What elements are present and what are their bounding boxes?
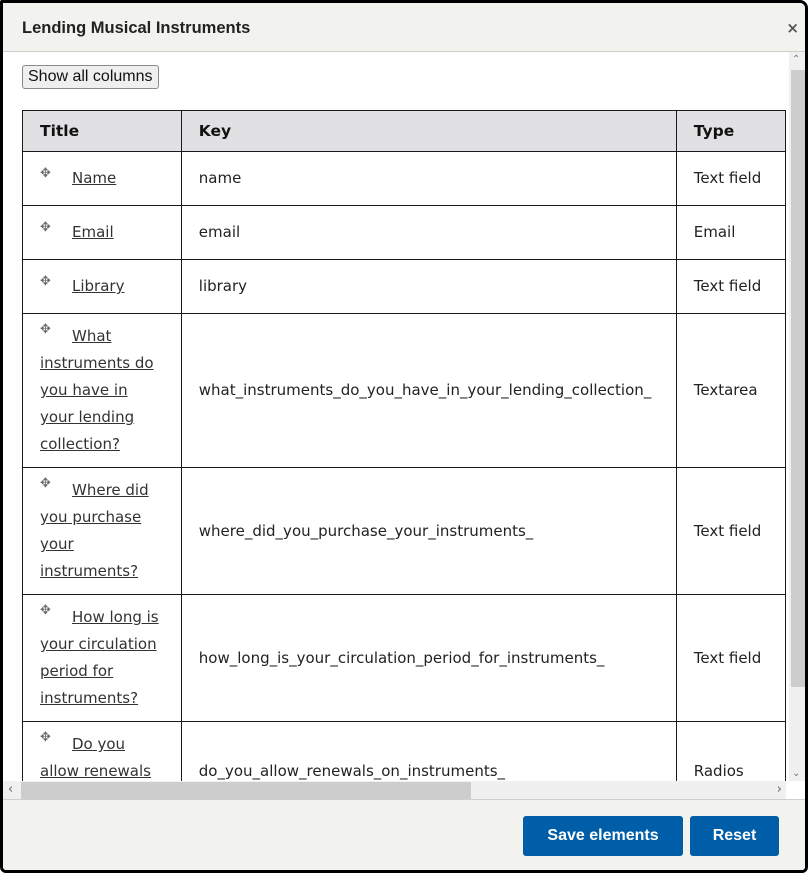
- title-cell: ✥ Where did you purchase your instruments…: [22, 467, 182, 595]
- scroll-left-arrow-icon[interactable]: ‹: [8, 782, 13, 797]
- key-cell: where_did_you_purchase_your_instruments_: [180, 467, 677, 595]
- dialog-titlebar: Lending Musical Instruments ×: [3, 3, 805, 52]
- key-cell: what_instruments_do_you_have_in_your_len…: [180, 313, 677, 468]
- title-cell: ✥ Email: [22, 205, 182, 260]
- vertical-scrollbar[interactable]: ⌃ ⌄: [789, 52, 805, 781]
- dialog-content: Show all columns Title Key Type ✥ Name nam…: [3, 52, 786, 781]
- column-header-key[interactable]: Key: [180, 110, 677, 152]
- element-title-link[interactable]: Email: [72, 223, 114, 241]
- drag-handle-icon[interactable]: ✥: [40, 167, 72, 181]
- table-row: ✥ Name name Text field: [22, 151, 786, 206]
- horizontal-scrollbar[interactable]: ‹ ›: [3, 781, 786, 799]
- title-cell: ✥Do you allow renewals on instruments?: [22, 721, 182, 781]
- element-title-link[interactable]: Library: [72, 277, 124, 295]
- elements-table: Title Key Type ✥ Name name Text field ✥ Email…: [22, 110, 786, 781]
- key-cell: name: [180, 151, 677, 206]
- table-row: ✥ What instruments do you have in your le…: [22, 313, 786, 468]
- dialog-title: Lending Musical Instruments: [22, 19, 251, 37]
- dialog-footer: Save elements Reset: [3, 799, 805, 870]
- scroll-up-arrow-icon[interactable]: ⌃: [792, 54, 800, 65]
- type-cell: Text field: [675, 594, 786, 722]
- column-header-type[interactable]: Type: [675, 110, 786, 152]
- drag-handle-icon[interactable]: ✥: [40, 477, 72, 491]
- type-cell: Text field: [675, 467, 786, 595]
- type-cell: Email: [675, 205, 786, 260]
- reset-button[interactable]: Reset: [690, 816, 779, 856]
- scroll-right-arrow-icon[interactable]: ›: [777, 782, 782, 797]
- key-cell: library: [180, 259, 677, 314]
- show-all-columns-button[interactable]: Show all columns: [22, 65, 159, 89]
- vertical-scrollbar-thumb[interactable]: [791, 70, 805, 687]
- title-cell: ✥ Library: [22, 259, 182, 314]
- table-row: ✥ Email email Email: [22, 205, 786, 260]
- table-row: ✥Do you allow renewals on instruments?do…: [22, 721, 786, 781]
- dialog: Lending Musical Instruments × Show all c…: [0, 0, 808, 873]
- key-cell: do_you_allow_renewals_on_instruments_: [180, 721, 677, 781]
- type-cell: Radios: [675, 721, 786, 781]
- key-cell: how_long_is_your_circulation_period_for_…: [180, 594, 677, 722]
- scroll-down-arrow-icon[interactable]: ⌄: [792, 768, 800, 779]
- element-title-link[interactable]: Where did you purchase your instruments?: [40, 481, 149, 580]
- title-cell: ✥ How long is your circulation period for…: [22, 594, 182, 722]
- element-title-link[interactable]: What instruments do you have in your len…: [40, 327, 154, 453]
- table-row: ✥ How long is your circulation period for…: [22, 594, 786, 722]
- title-cell: ✥ Name: [22, 151, 182, 206]
- table-header-row: Title Key Type: [22, 110, 786, 152]
- title-cell: ✥ What instruments do you have in your le…: [22, 313, 182, 468]
- element-title-link[interactable]: How long is your circulation period for …: [40, 608, 159, 707]
- save-elements-button[interactable]: Save elements: [523, 816, 683, 856]
- drag-handle-icon[interactable]: ✥: [40, 221, 72, 235]
- drag-handle-icon[interactable]: ✥: [40, 604, 72, 618]
- table-row: ✥ Library library Text field: [22, 259, 786, 314]
- type-cell: Text field: [675, 151, 786, 206]
- type-cell: Text field: [675, 259, 786, 314]
- drag-handle-icon[interactable]: ✥: [40, 275, 72, 289]
- key-cell: email: [180, 205, 677, 260]
- horizontal-scrollbar-thumb[interactable]: [21, 782, 471, 799]
- element-title-link[interactable]: Name: [72, 169, 116, 187]
- table-row: ✥ Where did you purchase your instruments…: [22, 467, 786, 595]
- type-cell: Textarea: [675, 313, 786, 468]
- close-icon[interactable]: ×: [786, 21, 799, 36]
- drag-handle-icon[interactable]: ✥: [40, 323, 72, 337]
- drag-handle-icon[interactable]: ✥: [40, 731, 72, 745]
- column-header-title[interactable]: Title: [22, 110, 182, 152]
